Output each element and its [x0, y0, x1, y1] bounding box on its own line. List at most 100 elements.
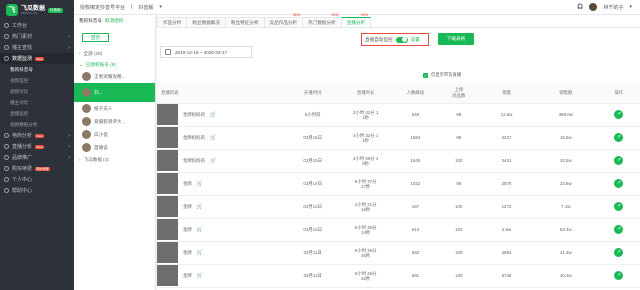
- account-home[interactable]: 首页: [82, 33, 109, 42]
- tab[interactable]: 热门数据分析 NEW: [302, 13, 342, 27]
- nav-icon: [4, 166, 9, 171]
- user-name[interactable]: 林千的子: [603, 4, 623, 11]
- live-thumbnail[interactable]: [157, 196, 178, 217]
- account-panel: 我的抖音号 取消授权 首页 › 全部 (28) ⌄ 已授权账号 (8) 王者荣耀…: [74, 15, 156, 290]
- table-row[interactable]: 金牌 🛒 03月11日 5小时 46分 32秒 581 100 5748 40.4w ↗: [157, 264, 640, 288]
- detail-icon[interactable]: ↗: [614, 110, 624, 119]
- manage-link[interactable]: 取消授权: [105, 18, 123, 24]
- account-item[interactable]: 爱摄影测评大...: [74, 115, 155, 128]
- account-item[interactable]: 橙子夫人: [74, 102, 155, 115]
- table-row[interactable]: 金牌 🛒 03月14日 5小时 37分 27秒 1022 99 2876 22.6w ↗: [157, 172, 640, 196]
- date-range-picker[interactable]: 2019-12-18 ~ 2020-03-17: [160, 46, 252, 58]
- sidebar-item[interactable]: 视频监控: [0, 75, 74, 86]
- sidebar-item[interactable]: 个人中心: [0, 174, 74, 185]
- nav-icon: [4, 188, 9, 193]
- live-title[interactable]: 金牌: [183, 250, 192, 256]
- live-title[interactable]: 金牌: [183, 204, 192, 210]
- download-table-button[interactable]: 下载表格: [438, 33, 474, 45]
- setting-link[interactable]: 设置: [411, 37, 420, 43]
- table-row[interactable]: 金牌 🛒 03月12日 5小时 48分 14秒 613 102 2.5w 63.4w ↗: [157, 218, 640, 242]
- checkbox-icon[interactable]: ✓: [423, 72, 428, 78]
- column-header: 开播时间: [286, 83, 340, 104]
- group-auth[interactable]: ⌄ 已授权账号 (8): [74, 59, 155, 70]
- live-title[interactable]: 金牌: [183, 227, 192, 233]
- live-thumbnail[interactable]: [157, 242, 178, 263]
- account-item[interactable]: 首播说: [74, 141, 155, 154]
- only-goods-filter[interactable]: ✓ 仅显示带货直播: [423, 72, 461, 78]
- detail-icon[interactable]: ↗: [614, 202, 624, 211]
- group-all[interactable]: › 全部 (28): [74, 48, 155, 59]
- duration-line: 45秒: [361, 252, 371, 258]
- live-thumbnail[interactable]: [157, 265, 178, 286]
- table-row[interactable]: 金牌 🛒 03月11日 5小时 29分 45秒 682 100 4994 41.3w ↗: [157, 241, 640, 265]
- group-more[interactable]: › 飞瓜数据 (4): [74, 154, 155, 165]
- new-tag: NEW: [331, 13, 339, 17]
- sidebar-item[interactable]: 我的抖音号: [0, 64, 74, 75]
- goods-count: 100: [438, 195, 479, 219]
- avatar[interactable]: [589, 3, 598, 11]
- tab-label: 竞品作品分析: [269, 19, 298, 25]
- account-item[interactable]: 刘...: [74, 83, 155, 102]
- live-title[interactable]: 金牌: [183, 181, 192, 187]
- new-badge: 限时特惠: [35, 166, 51, 171]
- table-row[interactable]: 金牌妈妈的 🛒 03月15日 4小时 56分 4 8秒 1645 100 3441 22.5w ↗: [157, 149, 640, 173]
- live-title[interactable]: 金牌妈妈的: [183, 112, 205, 118]
- sales-amount: 22.5w: [534, 149, 598, 173]
- live-title[interactable]: 金牌妈妈的: [183, 135, 205, 141]
- headset-icon[interactable]: 🎧: [577, 4, 583, 10]
- breadcrumb[interactable]: 授权绑定抖音号平台: [80, 4, 125, 11]
- tab[interactable]: 竞品作品分析 NEW: [263, 13, 304, 27]
- cart-icon: 🛒: [196, 203, 204, 210]
- live-title[interactable]: 金牌: [183, 273, 192, 279]
- sidebar-item[interactable]: 工作台: [0, 20, 74, 31]
- sidebar-item[interactable]: 视频对比: [0, 86, 74, 97]
- live-thumbnail[interactable]: [157, 173, 178, 194]
- detail-icon[interactable]: ↗: [614, 156, 624, 165]
- group-auth-label: 已授权账号 (8): [85, 61, 116, 67]
- nav-icon: [4, 56, 9, 61]
- detail-icon[interactable]: ↗: [614, 248, 624, 257]
- account-item[interactable]: 王者荣耀攻略...: [74, 70, 155, 83]
- sidebar-item[interactable]: 直播监控: [0, 108, 74, 119]
- sidebar-item[interactable]: 品牌推广 ›: [0, 152, 74, 163]
- detail-icon[interactable]: ↗: [614, 225, 624, 234]
- live-thumbnail[interactable]: [157, 150, 178, 171]
- brand-logo[interactable]: 飞 飞瓜数据 FEIGUA.CN 抖音版: [0, 0, 74, 20]
- sidebar-item[interactable]: 播主对比: [0, 97, 74, 108]
- tab[interactable]: 粉丝数据概况: [186, 17, 226, 27]
- sidebar-item-label: 视频监控: [10, 77, 29, 83]
- sidebar-item[interactable]: 播主查找 ›: [0, 42, 74, 53]
- sidebar-item[interactable]: 视频数据分析: [0, 119, 74, 130]
- detail-icon[interactable]: ↗: [614, 271, 624, 280]
- chevron-down-icon[interactable]: ▾: [629, 4, 632, 10]
- sidebar-item-label: 品牌推广: [12, 155, 33, 161]
- detail-icon[interactable]: ↗: [614, 133, 624, 142]
- platform-select[interactable]: 抖音版: [138, 4, 153, 11]
- logo-mark: 飞: [6, 4, 18, 16]
- live-monitor-toggle[interactable]: [395, 36, 408, 43]
- sales-volume: 2.5w: [478, 218, 535, 242]
- account-item[interactable]: 白沙瓷: [74, 128, 155, 141]
- live-thumbnail[interactable]: [157, 219, 178, 240]
- table-row[interactable]: 金牌妈妈的 🛒 6小时前 2小时 32分 1 1秒 649 98 12.5w 388.0w ↗: [157, 103, 640, 127]
- sidebar-item[interactable]: 购买续费 限时特惠: [0, 163, 74, 174]
- start-time: 6小时前: [286, 103, 340, 127]
- sidebar-item[interactable]: 电商分析 New ›: [0, 130, 74, 141]
- sidebar-item[interactable]: 热门素材 ›: [0, 31, 74, 42]
- live-thumbnail[interactable]: [157, 127, 178, 148]
- table-row[interactable]: 金牌 🛒 03月13日 2小时 21分 16秒 167 100 1272 7.1w ↗: [157, 195, 640, 219]
- sidebar-item[interactable]: 直播分析 New ›: [0, 141, 74, 152]
- sidebar-item[interactable]: 数据监测 New: [0, 53, 74, 64]
- detail-icon[interactable]: ↗: [614, 179, 624, 188]
- sales-amount: 7.1w: [534, 195, 598, 219]
- tab[interactable]: 直播分析 NEW: [340, 13, 372, 27]
- sidebar-item[interactable]: 帮助中心: [0, 185, 74, 196]
- tab-label: 粉丝特征分析: [230, 19, 259, 25]
- tab[interactable]: 粉丝特征分析: [224, 17, 265, 27]
- tab[interactable]: 作品分析: [157, 17, 188, 27]
- sales-volume: 3441: [478, 149, 535, 173]
- live-title[interactable]: 金牌妈妈的: [183, 158, 205, 164]
- live-thumbnail[interactable]: [157, 104, 178, 125]
- chevron-down-icon[interactable]: ▾: [159, 4, 162, 10]
- table-row[interactable]: 金牌妈妈的 🛒 03月15日 4小时 32分 1 1秒 1684 99 2227 18.6w ↗: [157, 126, 640, 150]
